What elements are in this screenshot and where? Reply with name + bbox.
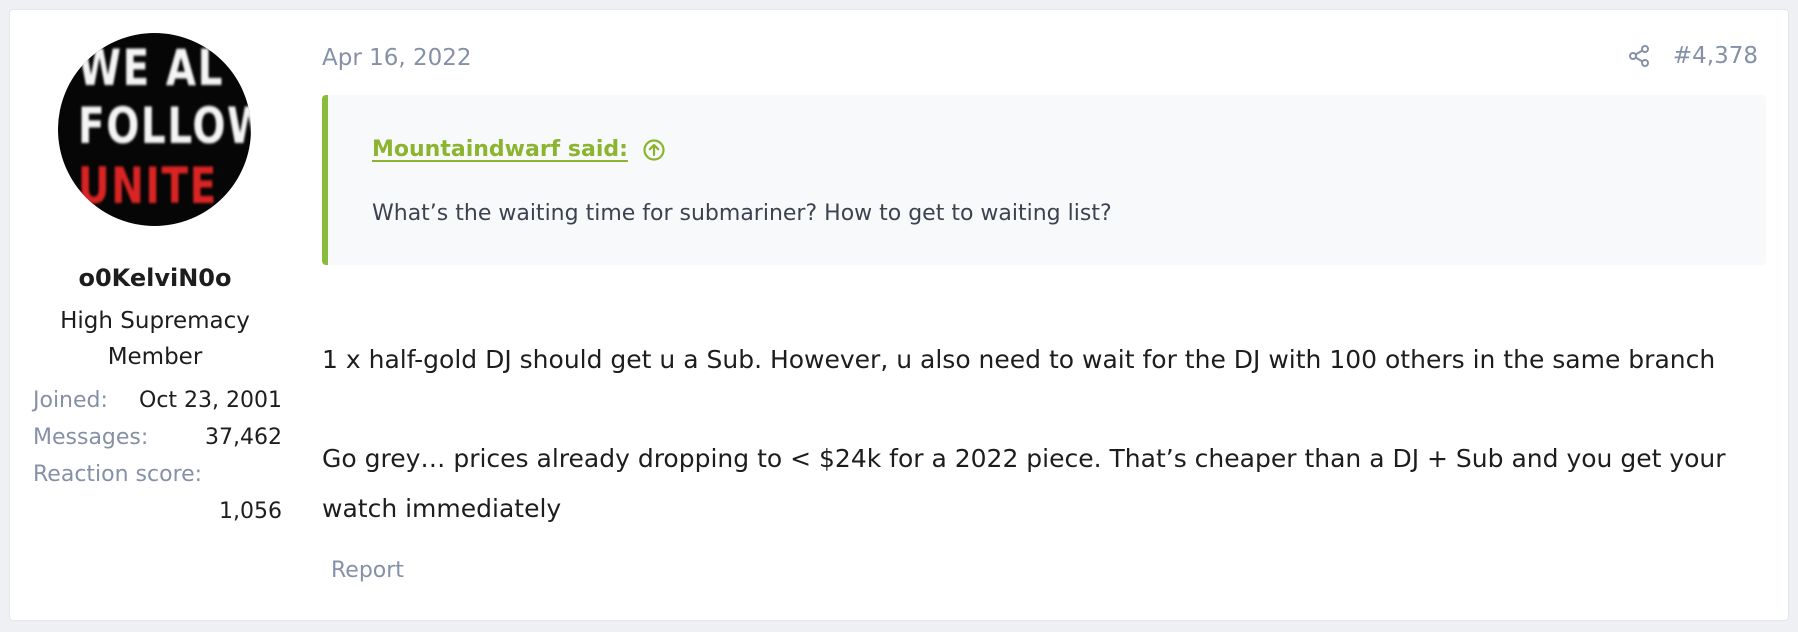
post-date-link[interactable]: Apr 16, 2022 [322, 45, 472, 71]
arrow-circle-up-icon[interactable] [642, 138, 666, 162]
quote-block: Mountaindwarf said: What’s the waiting t… [322, 95, 1766, 265]
message-paragraph: 1 x half-gold DJ should get u a Sub. How… [322, 345, 1716, 374]
post-card: WE AL FOLLOW UNITE o0KelviN0o High Supre… [9, 9, 1789, 621]
post-number-link[interactable]: #4,378 [1673, 43, 1758, 69]
user-title: High Supremacy Member [10, 303, 300, 375]
quote-author-link[interactable]: Mountaindwarf said: [372, 137, 628, 162]
quote-header: Mountaindwarf said: [372, 137, 666, 162]
stat-label: Joined: [33, 388, 108, 413]
message-body: 1 x half-gold DJ should get u a Sub. How… [322, 335, 1772, 583]
stat-messages: Messages: 37,462 [33, 419, 282, 456]
user-title-line-2: Member [107, 344, 203, 370]
user-stats: Joined: Oct 23, 2001 Messages: 37,462 Re… [33, 382, 282, 530]
report-link[interactable]: Report [331, 558, 404, 583]
share-icon[interactable] [1627, 44, 1651, 68]
post-actions: #4,378 [1627, 43, 1758, 69]
avatar-text-line-2: FOLLOW [78, 97, 251, 155]
stat-label: Messages: [33, 425, 149, 450]
avatar[interactable]: WE AL FOLLOW UNITE [58, 33, 251, 226]
stat-value: 37,462 [205, 425, 282, 450]
message-paragraph: Go grey… prices already dropping to < $2… [322, 444, 1726, 523]
quote-text: What’s the waiting time for submariner? … [372, 201, 1112, 226]
user-info-column: WE AL FOLLOW UNITE o0KelviN0o High Supre… [10, 10, 300, 620]
username-link[interactable]: o0KelviN0o [10, 264, 300, 292]
stat-value: Oct 23, 2001 [139, 388, 282, 413]
stat-label: Reaction score: [33, 462, 203, 487]
avatar-text-line-3: UNITE [78, 157, 218, 215]
stat-joined: Joined: Oct 23, 2001 [33, 382, 282, 419]
user-title-line-1: High Supremacy [60, 308, 250, 334]
avatar-text-line-1: WE AL [78, 39, 225, 97]
stat-reaction-score: Reaction score: 1,056 [33, 456, 282, 530]
stat-value: 1,056 [219, 499, 282, 524]
